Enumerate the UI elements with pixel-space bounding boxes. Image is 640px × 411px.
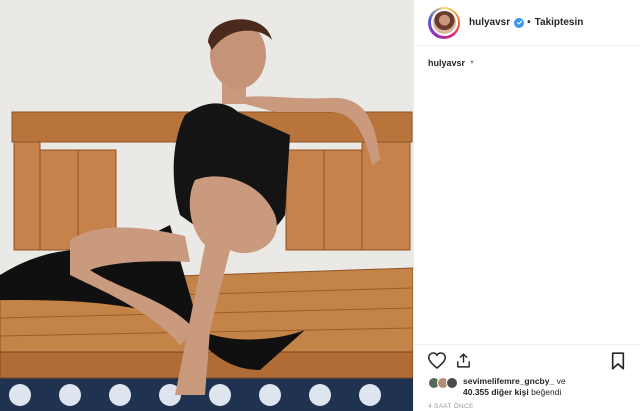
likes-text: sevimelifemre_gncby_ ve 40.355 diğer kiş… (463, 376, 566, 398)
post-actions-bar (414, 344, 640, 376)
verified-badge-icon (514, 17, 525, 28)
bookmark-icon[interactable] (607, 350, 629, 372)
post-photo[interactable] (0, 0, 413, 411)
caption-row: hulyavsr ▼ (428, 58, 475, 68)
photo-image (0, 0, 413, 411)
avatar-photo (430, 9, 458, 36)
owner-username-link[interactable]: hulyavsr (469, 17, 510, 28)
caption-username-link[interactable]: hulyavsr (428, 58, 465, 68)
owner-avatar[interactable] (428, 6, 460, 39)
others-likes-link[interactable]: 40.355 diğer kişi (463, 387, 529, 397)
caret-down-icon[interactable]: ▼ (469, 60, 475, 66)
share-icon[interactable] (452, 350, 474, 372)
first-liker-link[interactable]: sevimelifemre_gncby_ (463, 376, 554, 386)
post-timestamp[interactable]: 4 SAAT ÖNCE (428, 403, 474, 410)
likes-suffix: beğendi (531, 387, 562, 397)
post-header: hulyavsr • Takiptesin (414, 0, 640, 46)
post-side-panel: hulyavsr • Takiptesin hulyavsr ▼ sevimel… (413, 0, 640, 411)
liker-avatars (428, 377, 458, 389)
heart-icon[interactable] (426, 350, 448, 372)
likes-connector: ve (556, 376, 566, 386)
following-status-button[interactable]: Takiptesin (535, 17, 584, 28)
header-separator: • (527, 17, 531, 28)
liker-avatar[interactable] (446, 377, 458, 389)
likes-summary: sevimelifemre_gncby_ ve 40.355 diğer kiş… (428, 376, 633, 398)
